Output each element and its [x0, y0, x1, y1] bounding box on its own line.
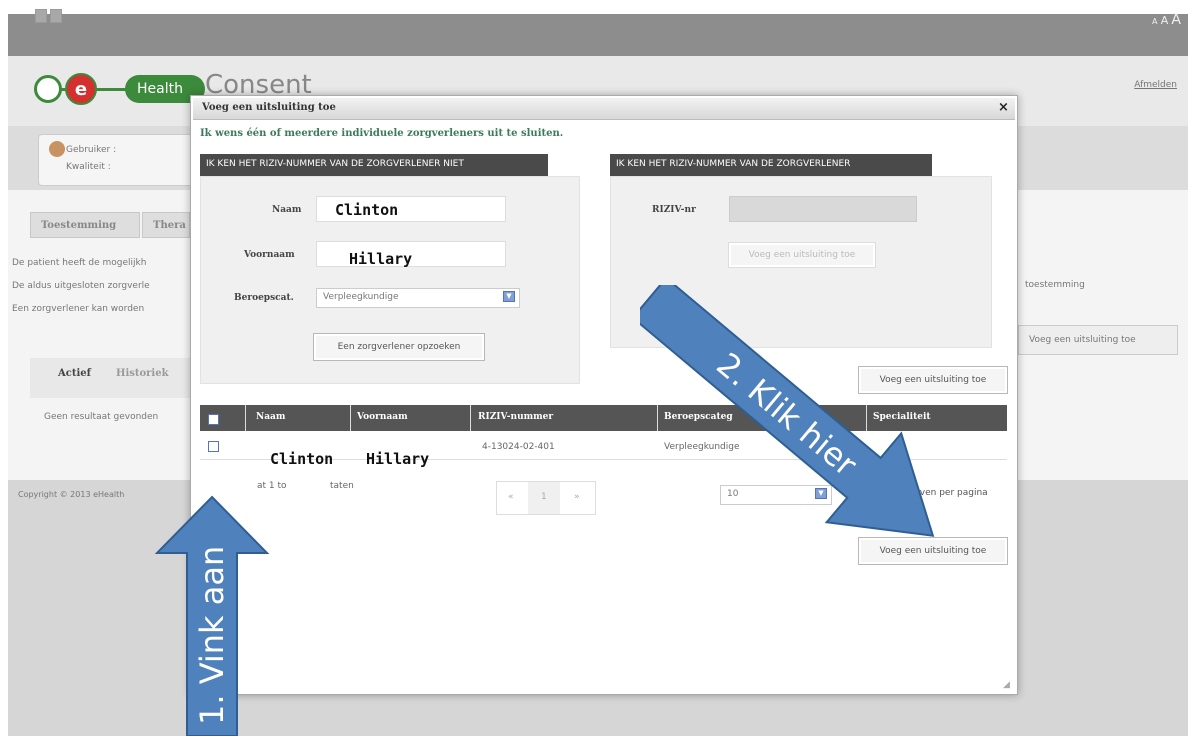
beroepscat-select[interactable]: Verpleegkundige — [316, 288, 520, 308]
top-bar — [8, 14, 1188, 56]
info-line-2: De aldus uitgesloten zorgverle — [12, 281, 150, 291]
voornaam-label: Voornaam — [244, 250, 295, 260]
user-quality-label: Kwaliteit : — [66, 162, 111, 172]
tab-toestemming[interactable]: Toestemming — [30, 212, 140, 238]
info-line-1: De patient heeft de mogelijkh — [12, 258, 147, 268]
showing-suffix: taten — [330, 481, 354, 491]
beroepscat-label: Beroepscat. — [234, 293, 294, 303]
riziv-label: RIZIV-nr — [652, 205, 696, 215]
browser-top-strip — [0, 0, 1193, 14]
logo-ring-icon — [34, 75, 62, 103]
search-provider-button[interactable]: Een zorgverlener opzoeken — [313, 333, 485, 361]
annotation-arrow-up: 1. Vink aan — [155, 495, 270, 736]
user-name-label: Gebruiker : — [66, 145, 117, 155]
logout-link[interactable]: Afmelden — [1134, 80, 1177, 90]
annotation-arrow-diagonal: 2. Klik hier — [640, 285, 935, 537]
riziv-input[interactable] — [729, 196, 917, 222]
beroepscat-selected: Verpleegkundige — [323, 292, 399, 302]
dialog-title: Voeg een uitsluiting toe — [202, 102, 336, 113]
dialog-subtitle: Ik wens één of meerdere individuele zorg… — [200, 128, 564, 139]
search-panel-header: IK KEN HET RIZIV-NUMMER VAN DE ZORGVERLE… — [200, 154, 548, 176]
row-naam: Clinton — [270, 450, 334, 468]
page-1-button[interactable]: 1 — [541, 492, 547, 502]
naam-input[interactable]: Clinton — [316, 196, 506, 222]
page-next-button[interactable]: » — [574, 492, 580, 502]
logo-e-icon: e — [65, 73, 97, 105]
col-header-naam[interactable]: Naam — [256, 412, 285, 422]
tab-therapeutic[interactable]: Thera — [142, 212, 190, 238]
info-right-text: toestemming — [1025, 280, 1085, 290]
showing-prefix: at 1 to — [257, 481, 287, 491]
font-size-controls[interactable]: A A A — [1152, 12, 1181, 28]
avatar — [49, 141, 65, 157]
no-results-text: Geen resultaat gevonden — [44, 412, 159, 422]
nav-forward-button[interactable] — [50, 9, 62, 23]
font-medium-button[interactable]: A — [1161, 14, 1169, 27]
row-riziv: 4-13024-02-401 — [482, 442, 555, 452]
bg-add-exclusion-button[interactable]: Voeg een uitsluiting toe — [1018, 325, 1178, 355]
page-prev-button[interactable]: « — [508, 492, 514, 502]
annotation-text-2: 2. Klik hier — [709, 345, 864, 484]
copyright: Copyright © 2013 eHealth — [18, 490, 125, 499]
info-line-3: Een zorgverlener kan worden — [12, 304, 145, 314]
row-voornaam: Hillary — [366, 450, 430, 468]
font-large-button[interactable]: A — [1171, 12, 1181, 28]
annotation-text-1: 1. Vink aan — [193, 546, 231, 725]
row-checkbox[interactable] — [208, 441, 219, 452]
riziv-panel-header: IK KEN HET RIZIV-NUMMER VAN DE ZORGVERLE… — [610, 154, 932, 176]
col-header-voornaam[interactable]: Voornaam — [357, 412, 408, 422]
nav-back-button[interactable] — [35, 9, 47, 23]
col-header-riziv[interactable]: RIZIV-nummer — [478, 412, 553, 422]
naam-label: Naam — [272, 205, 302, 215]
select-all-checkbox[interactable] — [208, 414, 219, 425]
resize-grip-icon[interactable]: ◢ — [1003, 680, 1010, 690]
riziv-add-exclusion-button[interactable]: Voeg een uitsluiting toe — [728, 242, 876, 268]
chevron-down-icon[interactable]: ▼ — [503, 291, 515, 302]
font-small-button[interactable]: A — [1152, 17, 1157, 26]
tab-historiek[interactable]: Historiek — [116, 368, 169, 379]
tab-actief[interactable]: Actief — [58, 368, 91, 379]
close-icon[interactable]: × — [998, 100, 1009, 115]
voornaam-input[interactable]: Hillary — [316, 241, 506, 268]
